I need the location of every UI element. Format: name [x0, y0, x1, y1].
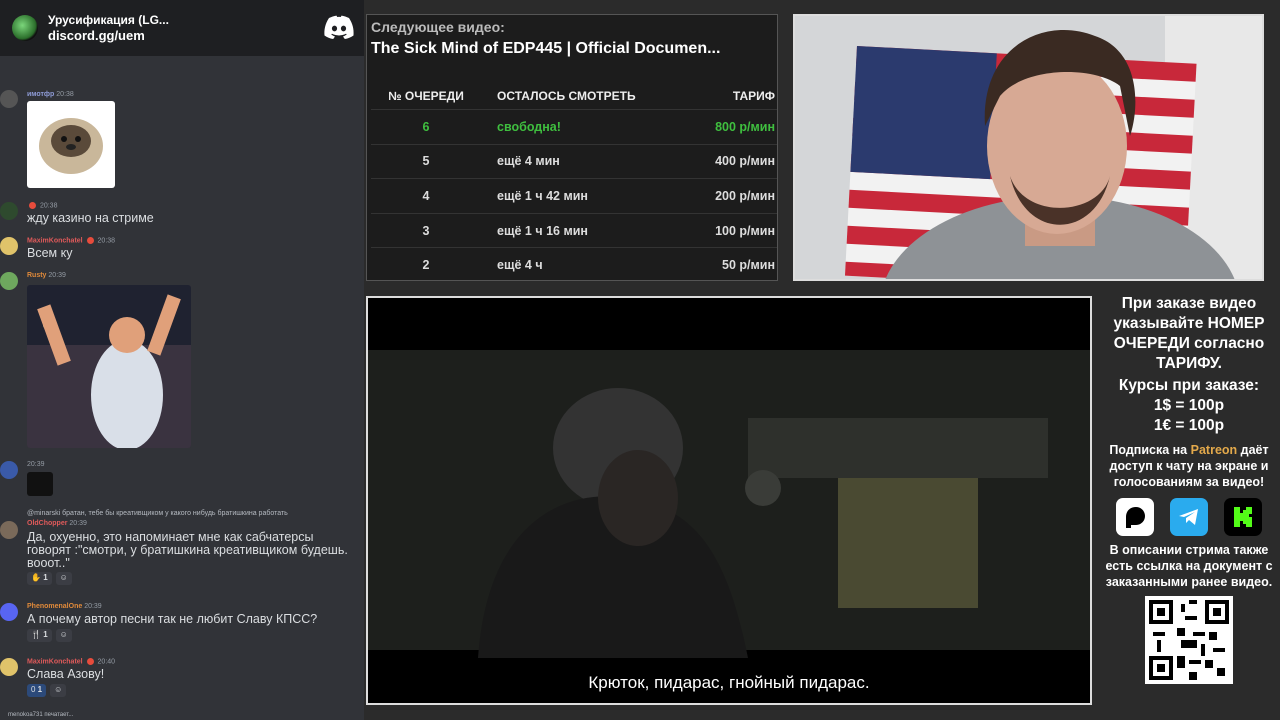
remaining-time: ещё 1 ч 16 мин [497, 223, 588, 238]
video-queue-panel: Следующее видео: The Sick Mind of EDP445… [366, 14, 778, 281]
patreon-link[interactable]: Patreon [1191, 443, 1238, 457]
queue-number: 4 [422, 188, 430, 203]
server-icon [12, 15, 38, 41]
kick-icon[interactable] [1224, 498, 1262, 536]
patreon-icon[interactable] [1116, 498, 1154, 536]
queue-number: 3 [422, 223, 430, 238]
list-item: @minarski братан, тебе бы креативщиком у… [0, 510, 364, 588]
avatar [0, 461, 18, 479]
info-panel: При заказе видео указывайте НОМЕР ОЧЕРЕД… [1098, 292, 1280, 720]
message-time: 20:38 [97, 237, 116, 245]
avatar [0, 90, 18, 108]
message-author[interactable]: имотфр [27, 91, 54, 98]
rate-eur: 1€ = 100р [1153, 417, 1225, 434]
column-header: ОСТАЛОСЬ СМОТРЕТЬ [497, 89, 636, 103]
rate: 400 р/мин [715, 154, 775, 169]
webcam-feed [793, 14, 1264, 281]
video-frame [368, 298, 1090, 703]
emoji-image[interactable] [27, 472, 53, 496]
rate: 100 р/мин [715, 223, 775, 238]
message-time: 20:39 [27, 461, 45, 468]
next-video-title: The Sick Mind of EDP445 | Official Docum… [371, 40, 721, 57]
list-item: 20:39 [0, 461, 364, 501]
remaining-time: ещё 1 ч 42 мин [497, 188, 588, 203]
table-row: 6 свободна! 800 р/мин [371, 109, 777, 144]
message-list[interactable]: имотфр 20:38 20:38 жду казино на стриме … [0, 56, 364, 720]
rate: 50 р/мин [722, 258, 775, 273]
message-author[interactable]: OldChopper [27, 520, 67, 527]
message-text: жду казино на стриме [27, 211, 154, 225]
rate-usd: 1$ = 100р [1153, 397, 1225, 414]
discord-header: Урусификация (LG... discord.gg/uem [0, 0, 364, 56]
rate: 800 р/мин [715, 119, 775, 134]
message-author[interactable]: PhenomenalOne [27, 603, 82, 610]
queue-number: 5 [422, 154, 430, 169]
table-row: 4 ещё 1 ч 42 мин 200 р/мин [371, 178, 777, 213]
queue-number: 6 [422, 119, 430, 134]
subscription-note: Подписка на Patreon даёт доступ к чату н… [1109, 443, 1269, 489]
telegram-icon[interactable] [1170, 498, 1208, 536]
list-item: 20:38 жду казино на стриме [0, 202, 364, 226]
next-video-label: Следующее видео: [371, 19, 505, 35]
typing-indicator: menokoa731 печатает... [8, 712, 74, 718]
message-time: 20:38 [39, 202, 58, 210]
social-icons [1098, 498, 1280, 536]
message-time: 20:38 [56, 91, 74, 98]
avatar [0, 658, 18, 676]
invite-link[interactable]: discord.gg/uem [48, 28, 169, 44]
queue-table: № ОЧЕРЕДИ ОСТАЛОСЬ СМОТРЕТЬ ТАРИФ 6 своб… [371, 83, 777, 280]
column-header: ТАРИФ [732, 89, 775, 103]
message-time: 20:39 [48, 272, 66, 279]
sticker-image[interactable] [27, 101, 115, 188]
remaining-time: ещё 4 мин [497, 154, 560, 169]
message-time: 20:39 [84, 603, 102, 610]
message-time: 20:39 [69, 520, 87, 527]
queue-number: 2 [422, 258, 430, 273]
discord-chat-widget: Урусификация (LG... discord.gg/uem имотф… [0, 0, 364, 720]
reaction[interactable]: ✋ 1 [27, 572, 52, 585]
table-row: 3 ещё 1 ч 16 мин 100 р/мин [371, 212, 777, 248]
message-author[interactable]: MaximKonchatel [27, 658, 83, 665]
discord-logo-icon [324, 15, 354, 39]
table-header: № ОЧЕРЕДИ ОСТАЛОСЬ СМОТРЕТЬ ТАРИФ [371, 83, 777, 109]
message-text: Слава Азову! [27, 667, 105, 681]
avatar [0, 272, 18, 290]
remaining-time: свободна! [497, 119, 561, 134]
list-item: Rusty 20:39 [0, 272, 364, 448]
avatar [0, 237, 18, 255]
message-text: А почему автор песни так не любит Славу … [27, 612, 318, 626]
message-text: Да, охуенно, это напоминает мне как сабч… [27, 530, 348, 570]
avatar [0, 603, 18, 621]
reaction[interactable]: 🍴 1 [27, 629, 52, 642]
gif-image[interactable] [27, 285, 191, 448]
description-note: В описании стрима также есть ссылка на д… [1105, 543, 1273, 589]
rates-title: Курсы при заказе: [1118, 377, 1260, 394]
table-row: 2 ещё 4 ч 50 р/мин [371, 247, 777, 280]
message-time: 20:40 [97, 658, 116, 666]
remaining-time: ещё 4 ч [497, 258, 543, 273]
qr-code[interactable] [1145, 596, 1233, 684]
server-name: Урусификация (LG... [48, 13, 169, 27]
avatar [0, 202, 18, 220]
add-reaction-icon[interactable]: ☺ [55, 629, 72, 642]
reaction[interactable]: 0 1 [27, 684, 47, 697]
order-instructions: При заказе видео указывайте НОМЕР ОЧЕРЕД… [1113, 295, 1265, 372]
table-row: 5 ещё 4 мин 400 р/мин [371, 143, 777, 179]
list-item: PhenomenalOne 20:39 А почему автор песни… [0, 603, 364, 647]
list-item: имотфр 20:38 [0, 88, 364, 188]
list-item: MaximKonchatel 20:38 Всем ку [0, 237, 364, 261]
video-subtitle: Крюток, пидарас, гнойный пидарас. [588, 673, 870, 692]
message-author[interactable]: Rusty [27, 272, 46, 279]
column-header: № ОЧЕРЕДИ [388, 89, 464, 103]
message-author[interactable]: MaximKonchatel [27, 237, 83, 244]
webcam-image [795, 16, 1262, 279]
list-item: MaximKonchatel 20:40 Слава Азову! 0 1 ☺ [0, 658, 364, 702]
video-player[interactable]: Крюток, пидарас, гнойный пидарас. [366, 296, 1092, 705]
rate: 200 р/мин [715, 188, 775, 203]
add-reaction-icon[interactable]: ☺ [50, 684, 67, 697]
message-text: Всем ку [27, 246, 73, 260]
reply-preview[interactable]: @minarski братан, тебе бы креативщиком у… [27, 510, 288, 517]
avatar [0, 521, 18, 539]
add-reaction-icon[interactable]: ☺ [55, 572, 72, 585]
